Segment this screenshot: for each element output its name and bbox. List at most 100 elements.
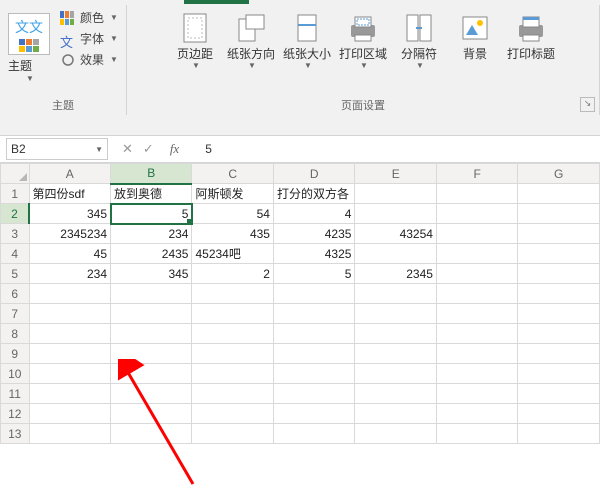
cell-D12[interactable]: [273, 404, 354, 424]
cell-D6[interactable]: [273, 284, 354, 304]
col-header-E[interactable]: E: [355, 164, 436, 184]
cell-A1[interactable]: 第四份sdf: [29, 184, 110, 204]
formula-value[interactable]: 5: [205, 142, 212, 156]
cell-E13[interactable]: [355, 424, 436, 444]
cell-C4[interactable]: 45234吧: [192, 244, 273, 264]
cell-F5[interactable]: [436, 264, 517, 284]
select-all-corner[interactable]: [1, 164, 30, 184]
cell-C2[interactable]: 54: [192, 204, 273, 224]
row-header[interactable]: 1: [1, 184, 30, 204]
cell-A3[interactable]: 2345234: [29, 224, 110, 244]
chevron-down-icon[interactable]: ▼: [110, 13, 118, 22]
cell-B9[interactable]: [111, 344, 192, 364]
col-header-A[interactable]: A: [29, 164, 110, 184]
cancel-icon[interactable]: ✕: [122, 141, 133, 157]
cell-F13[interactable]: [436, 424, 517, 444]
cell-E8[interactable]: [355, 324, 436, 344]
cell-G9[interactable]: [518, 344, 600, 364]
cell-B10[interactable]: [111, 364, 192, 384]
cell-F4[interactable]: [436, 244, 517, 264]
fonts-button[interactable]: 文 字体▼: [60, 30, 118, 47]
cell-B8[interactable]: [111, 324, 192, 344]
cell-G4[interactable]: [518, 244, 600, 264]
cell-G3[interactable]: [518, 224, 600, 244]
cell-F2[interactable]: [436, 204, 517, 224]
background-button[interactable]: 背景: [447, 7, 503, 70]
cell-G11[interactable]: [518, 384, 600, 404]
cell-E6[interactable]: [355, 284, 436, 304]
print-area-button[interactable]: 打印区域▼: [335, 7, 391, 70]
col-header-G[interactable]: G: [518, 164, 600, 184]
row-header[interactable]: 4: [1, 244, 30, 264]
cell-B13[interactable]: [111, 424, 192, 444]
cell-B6[interactable]: [111, 284, 192, 304]
cell-F9[interactable]: [436, 344, 517, 364]
cell-G13[interactable]: [518, 424, 600, 444]
cell-D11[interactable]: [273, 384, 354, 404]
orientation-button[interactable]: 纸张方向▼: [223, 7, 279, 70]
cell-D2[interactable]: 4: [273, 204, 354, 224]
cell-A4[interactable]: 45: [29, 244, 110, 264]
print-titles-button[interactable]: 打印标题: [503, 7, 559, 70]
cell-D3[interactable]: 4235: [273, 224, 354, 244]
row-header[interactable]: 11: [1, 384, 30, 404]
cell-C12[interactable]: [192, 404, 273, 424]
cell-A11[interactable]: [29, 384, 110, 404]
cell-A12[interactable]: [29, 404, 110, 424]
chevron-down-icon[interactable]: ▼: [304, 61, 312, 70]
fx-icon[interactable]: fx: [170, 141, 179, 157]
chevron-down-icon[interactable]: ▼: [416, 61, 424, 70]
cell-A10[interactable]: [29, 364, 110, 384]
chevron-down-icon[interactable]: ▼: [248, 61, 256, 70]
chevron-down-icon[interactable]: ▼: [360, 61, 368, 70]
cell-F6[interactable]: [436, 284, 517, 304]
row-header[interactable]: 9: [1, 344, 30, 364]
cell-D9[interactable]: [273, 344, 354, 364]
row-header[interactable]: 8: [1, 324, 30, 344]
cell-G7[interactable]: [518, 304, 600, 324]
cell-B12[interactable]: [111, 404, 192, 424]
cell-G12[interactable]: [518, 404, 600, 424]
row-header[interactable]: 5: [1, 264, 30, 284]
cell-C11[interactable]: [192, 384, 273, 404]
cell-C3[interactable]: 435: [192, 224, 273, 244]
cell-G2[interactable]: [518, 204, 600, 224]
cell-D13[interactable]: [273, 424, 354, 444]
chevron-down-icon[interactable]: ▼: [192, 61, 200, 70]
cell-F3[interactable]: [436, 224, 517, 244]
breaks-button[interactable]: 分隔符▼: [391, 7, 447, 70]
cell-F11[interactable]: [436, 384, 517, 404]
cell-E10[interactable]: [355, 364, 436, 384]
cell-E1[interactable]: [355, 184, 436, 204]
chevron-down-icon[interactable]: ▼: [110, 55, 118, 64]
cell-G6[interactable]: [518, 284, 600, 304]
row-header[interactable]: 12: [1, 404, 30, 424]
cell-A9[interactable]: [29, 344, 110, 364]
cell-D1[interactable]: 打分的双方各: [273, 184, 354, 204]
cell-C9[interactable]: [192, 344, 273, 364]
cell-A7[interactable]: [29, 304, 110, 324]
cell-E2[interactable]: [355, 204, 436, 224]
cell-E4[interactable]: [355, 244, 436, 264]
cell-A8[interactable]: [29, 324, 110, 344]
cell-E7[interactable]: [355, 304, 436, 324]
cell-E9[interactable]: [355, 344, 436, 364]
cell-B7[interactable]: [111, 304, 192, 324]
cell-A2[interactable]: 345: [29, 204, 110, 224]
cell-E5[interactable]: 2345: [355, 264, 436, 284]
effects-button[interactable]: 效果▼: [60, 51, 118, 68]
chevron-down-icon[interactable]: ▼: [95, 145, 103, 154]
colors-button[interactable]: 颜色▼: [60, 9, 118, 26]
cell-E12[interactable]: [355, 404, 436, 424]
cell-C8[interactable]: [192, 324, 273, 344]
cell-B2[interactable]: 5: [111, 204, 192, 224]
chevron-down-icon[interactable]: ▼: [26, 74, 34, 83]
cell-G10[interactable]: [518, 364, 600, 384]
cell-B11[interactable]: [111, 384, 192, 404]
row-header[interactable]: 6: [1, 284, 30, 304]
cell-F7[interactable]: [436, 304, 517, 324]
row-header[interactable]: 13: [1, 424, 30, 444]
cell-A13[interactable]: [29, 424, 110, 444]
cell-B5[interactable]: 345: [111, 264, 192, 284]
cell-G8[interactable]: [518, 324, 600, 344]
